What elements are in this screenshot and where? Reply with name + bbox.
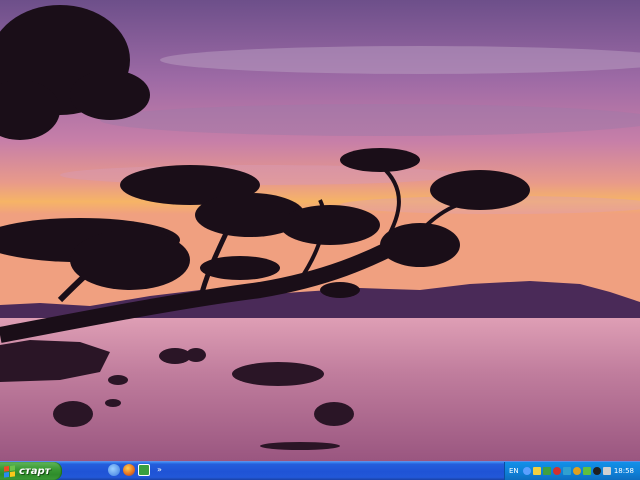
taskbar: старт » EN 18:58 <box>0 461 640 480</box>
ie-icon[interactable] <box>108 464 120 476</box>
quick-launch-more-button[interactable]: » <box>157 464 162 476</box>
sunset-wallpaper-image <box>0 0 640 461</box>
desktop-wallpaper <box>0 0 640 461</box>
security-icon[interactable] <box>542 467 551 475</box>
messenger-icon[interactable] <box>562 467 571 475</box>
antivirus-icon[interactable] <box>552 467 561 475</box>
firefox-icon[interactable] <box>123 464 135 476</box>
update-icon[interactable] <box>572 467 581 475</box>
settings-icon[interactable] <box>592 467 601 475</box>
back-arrow-icon[interactable] <box>522 467 531 475</box>
start-button[interactable]: старт <box>0 462 62 480</box>
chat-icon[interactable] <box>582 467 591 475</box>
system-tray: EN 18:58 <box>504 462 640 480</box>
start-label: старт <box>19 465 51 477</box>
clock[interactable]: 18:58 <box>614 467 634 475</box>
app-icon[interactable] <box>138 464 150 476</box>
windows-logo-icon <box>4 464 15 478</box>
network-icon[interactable] <box>532 467 541 475</box>
language-indicator[interactable]: EN <box>509 467 519 475</box>
volume-icon[interactable] <box>602 467 611 475</box>
quick-launch-bar: » <box>108 464 162 476</box>
